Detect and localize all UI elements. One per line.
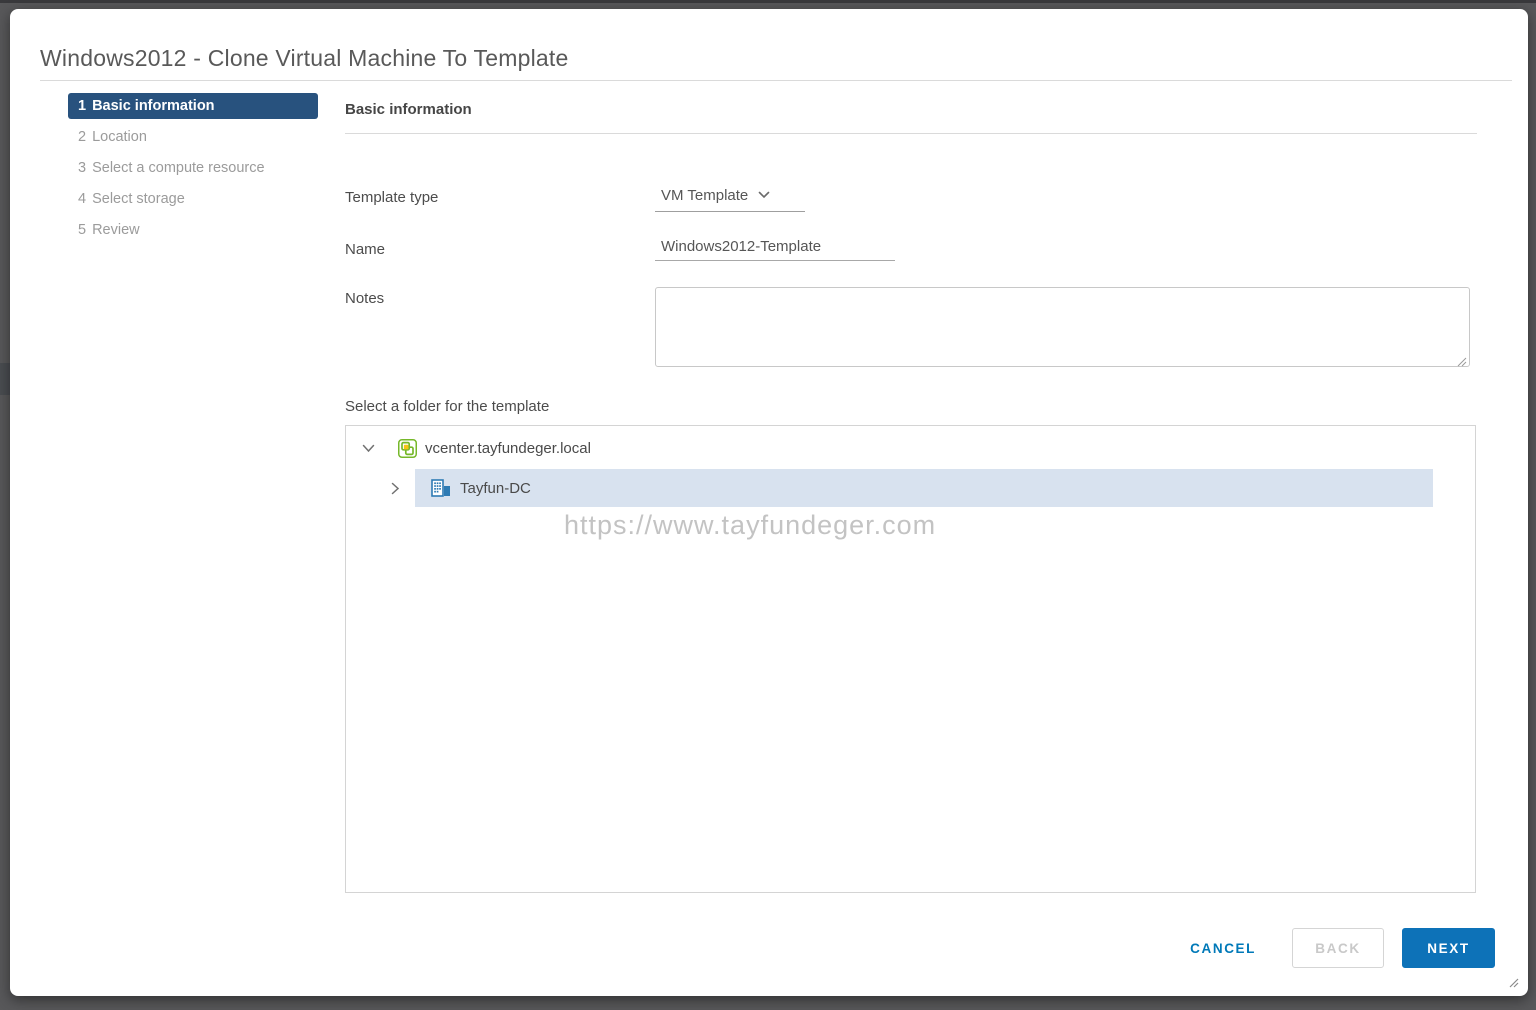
step-location[interactable]: 2 Location (68, 124, 330, 150)
title-divider (40, 80, 1512, 81)
wizard-content: Basic information Template type VM Templ… (345, 93, 1477, 893)
vcenter-icon (398, 438, 417, 458)
chevron-right-icon[interactable] (387, 480, 403, 496)
step-number: 4 (78, 191, 87, 207)
template-type-value: VM Template (661, 186, 749, 204)
step-label: Select storage (92, 191, 185, 207)
folder-section-label: Select a folder for the template (345, 398, 550, 415)
backdrop-top-edge (0, 0, 1536, 3)
tree-node-label[interactable]: vcenter.tayfundeger.local (425, 440, 591, 457)
notes-textarea[interactable] (655, 287, 1470, 367)
datacenter-icon (431, 479, 451, 497)
wizard-steps: 1 Basic information 2 Location 3 Select a c… (68, 93, 330, 248)
basic-information-form: Template type VM Template Name Notes (345, 186, 1477, 372)
name-row: Name (345, 238, 1477, 261)
watermark-text: https://www.tayfundeger.com (564, 510, 937, 540)
step-select-storage[interactable]: 4 Select storage (68, 186, 330, 212)
chevron-down-icon (758, 186, 770, 204)
backdrop-patch (0, 363, 10, 395)
step-number: 3 (78, 160, 87, 176)
next-button[interactable]: NEXT (1402, 928, 1495, 968)
step-number: 2 (78, 129, 87, 145)
step-select-compute-resource[interactable]: 3 Select a compute resource (68, 155, 330, 181)
chevron-down-icon[interactable] (360, 440, 376, 456)
textarea-resize-grip-icon[interactable] (1456, 354, 1467, 367)
notes-label: Notes (345, 290, 385, 307)
template-type-label: Template type (345, 189, 439, 206)
name-label: Name (345, 241, 386, 258)
clone-vm-to-template-dialog: Windows2012 - Clone Virtual Machine To T… (10, 9, 1528, 996)
template-type-row: Template type VM Template (345, 186, 1477, 212)
tree-row-datacenter[interactable]: Tayfun-DC (346, 469, 1475, 507)
selected-row-highlight (415, 469, 1433, 507)
notes-row: Notes (345, 287, 1477, 372)
template-type-select[interactable]: VM Template (655, 186, 805, 212)
step-review[interactable]: 5 Review (68, 217, 330, 243)
step-label: Basic information (92, 98, 215, 114)
step-number: 5 (78, 222, 87, 238)
step-label: Location (92, 129, 147, 145)
folder-tree-panel: vcenter.tayfundeger.local Tayfun-DC http… (345, 425, 1476, 893)
tree-node-label[interactable]: Tayfun-DC (460, 480, 531, 497)
step-label: Review (92, 222, 140, 238)
step-number: 1 (78, 98, 87, 114)
name-input[interactable] (655, 238, 895, 261)
tree-row-vcenter[interactable]: vcenter.tayfundeger.local (346, 429, 1475, 467)
cancel-button[interactable]: CANCEL (1190, 941, 1256, 956)
step-basic-information[interactable]: 1 Basic information (68, 93, 318, 119)
section-title: Basic information (345, 93, 1477, 134)
dialog-footer: CANCEL BACK NEXT (1190, 928, 1495, 968)
dialog-title: Windows2012 - Clone Virtual Machine To T… (40, 45, 569, 71)
notes-field-wrap (655, 287, 1470, 372)
dialog-resize-grip-icon[interactable] (1507, 975, 1519, 988)
step-label: Select a compute resource (92, 160, 265, 176)
back-button[interactable]: BACK (1292, 928, 1384, 968)
